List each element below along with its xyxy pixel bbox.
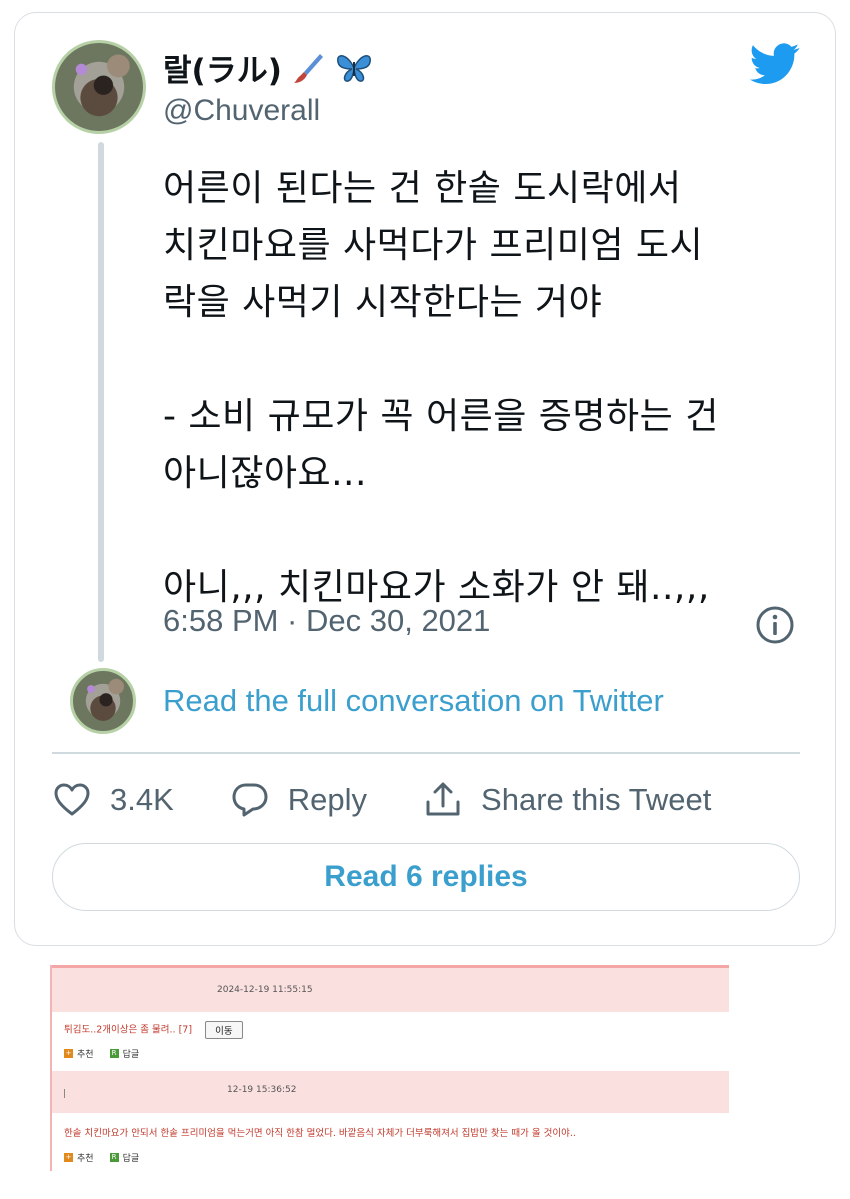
comment-date: 12-19 15:36:52 (227, 1085, 297, 1095)
comment-reply-label: 답글 (122, 1154, 140, 1164)
user-handle[interactable]: @Chuverall (163, 94, 320, 128)
share-label: Share this Tweet (481, 782, 712, 817)
share-button[interactable]: Share this Tweet (423, 780, 711, 820)
recommend-button[interactable]: + 추천 (64, 1047, 94, 1060)
read-full-conversation-link[interactable]: Read the full conversation on Twitter (163, 683, 664, 719)
recommend-button[interactable]: + 추천 (64, 1151, 94, 1164)
comment-text: 튀김도..2개이상은 좀 물려.. [7] (64, 1024, 193, 1036)
recommend-label: 추천 (77, 1050, 94, 1060)
text-cursor-mark (64, 1089, 65, 1098)
comment-actions: + 추천 R 답글 (64, 1047, 139, 1060)
twitter-bird-icon[interactable] (750, 42, 800, 86)
plus-icon: + (64, 1049, 73, 1058)
user-avatar[interactable] (52, 40, 146, 134)
tweet-text: 어른이 된다는 건 한솥 도시락에서 치킨마요를 사먹다가 프리미엄 도시 락을… (163, 168, 719, 608)
read-replies-button[interactable]: Read 6 replies (52, 843, 800, 911)
comment-body: 튀김도..2개이상은 좀 물려.. [7] 이동 (64, 1021, 243, 1039)
brush-icon (293, 53, 323, 83)
reply-r-icon: R (109, 1153, 119, 1162)
comment-text: 한솥 치킨마요가 안되서 한솥 프리미엄을 먹는거면 아직 한참 멀었다. 바깥… (64, 1128, 576, 1139)
tweet-actions: 3.4K Reply Share this Tweet (52, 778, 767, 822)
read-replies-label: Read 6 replies (324, 860, 528, 893)
recommend-label: 추천 (77, 1154, 94, 1164)
butterfly-icon (336, 54, 371, 82)
tweet-timestamp[interactable]: 6:58 PM · Dec 30, 2021 (163, 603, 490, 639)
reply-r-icon: R (109, 1049, 119, 1058)
reply-avatar[interactable] (70, 668, 136, 734)
reply-button[interactable]: Reply (230, 780, 367, 820)
comment-header: 12-19 15:36:52 (52, 1071, 729, 1113)
reply-label: Reply (287, 782, 368, 817)
comment-body: 한솥 치킨마요가 안되서 한솥 프리미엄을 먹는거면 아직 한참 멀었다. 바깥… (64, 1125, 576, 1139)
heart-icon (54, 783, 90, 816)
info-icon[interactable] (755, 605, 795, 645)
comments-section: 2024-12-19 11:55:15 튀김도..2개이상은 좀 물려.. [7… (50, 965, 729, 1171)
like-count: 3.4K (110, 782, 174, 817)
display-name-text: 랄(ラル) (163, 53, 282, 89)
comment-date: 2024-12-19 11:55:15 (217, 985, 313, 995)
divider (52, 752, 800, 754)
thread-line (98, 142, 104, 662)
display-name[interactable]: 랄(ラル) (163, 45, 374, 90)
comment-reply-button[interactable]: R 답글 (109, 1047, 140, 1060)
comment-header: 2024-12-19 11:55:15 (52, 968, 729, 1012)
plus-icon: + (64, 1153, 73, 1162)
share-icon (426, 782, 460, 816)
reply-icon (232, 783, 268, 817)
comment-reply-label: 답글 (122, 1050, 140, 1060)
move-button[interactable]: 이동 (205, 1021, 243, 1039)
comment-reply-button[interactable]: R 답글 (109, 1151, 140, 1164)
comment-actions: + 추천 R 답글 (64, 1151, 139, 1164)
like-button[interactable]: 3.4K (52, 780, 174, 820)
